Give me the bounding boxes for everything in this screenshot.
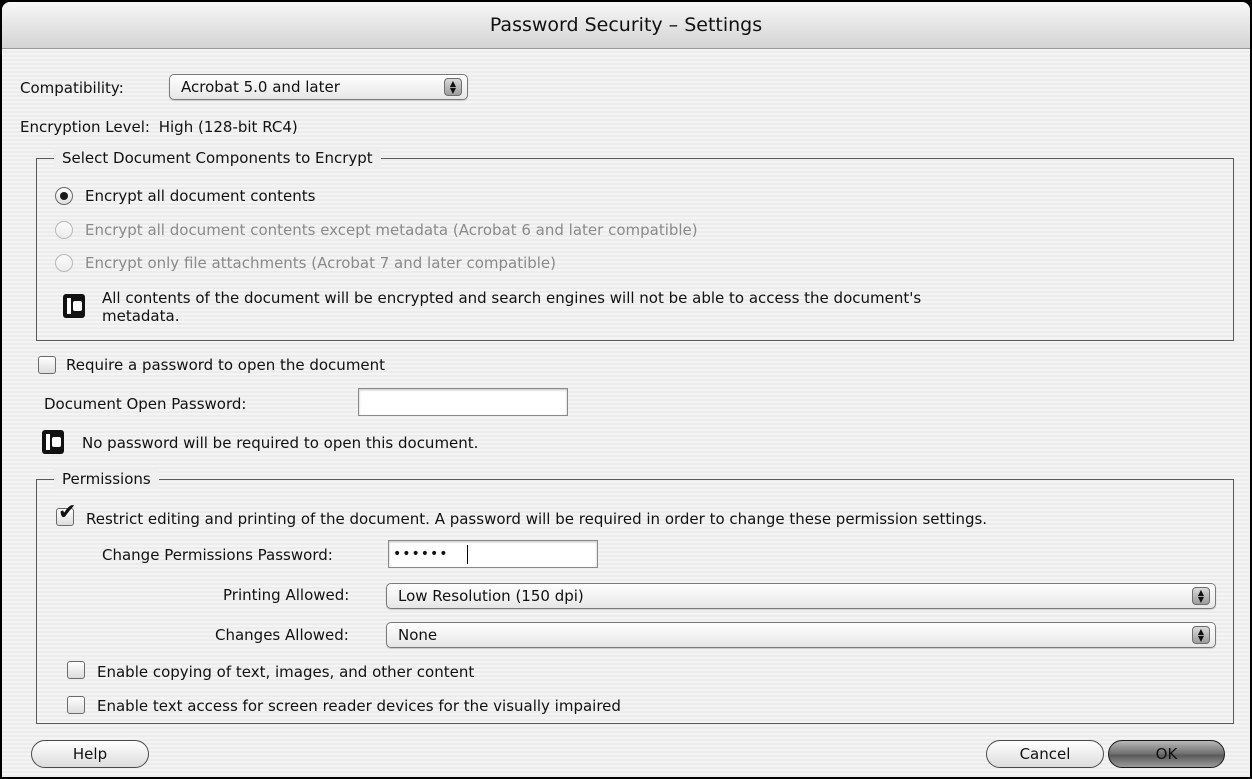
info-note-icon <box>42 430 64 454</box>
components-info-line2: metadata. <box>102 307 180 325</box>
compatibility-value: Acrobat 5.0 and later <box>181 78 340 96</box>
cancel-button[interactable]: Cancel <box>986 740 1104 768</box>
enable-copying-label[interactable]: Enable copying of text, images, and othe… <box>97 662 474 682</box>
radio-encrypt-attachments-only-label: Encrypt only file attachments (Acrobat 7… <box>85 254 557 272</box>
radio-encrypt-except-metadata-label: Encrypt all document contents except met… <box>85 221 698 239</box>
compatibility-popup[interactable]: Acrobat 5.0 and later ▲ ▼ <box>169 74 468 100</box>
radio-selected-dot <box>60 192 68 200</box>
document-open-password-field[interactable] <box>358 388 568 416</box>
title-bar[interactable]: Password Security – Settings <box>2 2 1250 49</box>
enable-copying-checkbox[interactable] <box>67 661 85 679</box>
change-permissions-password-label: Change Permissions Password: <box>102 546 333 564</box>
encryption-level-label: Encryption Level: High (128-bit RC4) <box>20 117 298 137</box>
up-down-arrows-icon: ▲ ▼ <box>1192 626 1210 644</box>
permissions-group-label: Permissions <box>54 469 159 489</box>
up-down-arrows-icon: ▲ ▼ <box>1192 587 1210 605</box>
info-note-icon <box>63 294 85 318</box>
enable-screen-reader-label[interactable]: Enable text access for screen reader dev… <box>97 696 621 716</box>
printing-allowed-label: Printing Allowed: <box>223 586 350 604</box>
radio-encrypt-all-label[interactable]: Encrypt all document contents <box>85 186 315 206</box>
encryption-level-label-text: Encryption Level: <box>20 118 150 136</box>
ok-button[interactable]: OK <box>1108 740 1225 768</box>
compatibility-label: Compatibility: <box>20 79 124 97</box>
change-permissions-password-value: •••••• <box>393 546 449 562</box>
components-info-line1: All contents of the document will be enc… <box>102 289 922 307</box>
require-open-password-label[interactable]: Require a password to open the document <box>66 355 385 375</box>
printing-allowed-value: Low Resolution (150 dpi) <box>398 587 584 605</box>
window-title: Password Security – Settings <box>489 14 763 36</box>
encrypt-components-group-label: Select Document Components to Encrypt <box>54 148 381 168</box>
printing-allowed-popup[interactable]: Low Resolution (150 dpi) ▲ ▼ <box>386 583 1216 609</box>
checkmark-icon: ✔ <box>58 500 77 525</box>
changes-allowed-popup[interactable]: None ▲ ▼ <box>386 622 1216 648</box>
radio-encrypt-all[interactable] <box>55 187 73 205</box>
open-password-info: No password will be required to open thi… <box>82 434 479 452</box>
changes-allowed-label: Changes Allowed: <box>215 626 349 644</box>
restrict-editing-label[interactable]: Restrict editing and printing of the doc… <box>86 509 987 529</box>
help-button[interactable]: Help <box>31 740 149 768</box>
text-caret <box>467 545 468 564</box>
restrict-editing-checkbox[interactable]: ✔ <box>56 500 76 526</box>
radio-encrypt-except-metadata <box>55 221 73 239</box>
document-open-password-label: Document Open Password: <box>44 395 247 413</box>
change-permissions-password-field[interactable]: •••••• <box>388 540 598 568</box>
radio-encrypt-attachments-only <box>55 254 73 272</box>
dialog-window: Password Security – Settings Compatibili… <box>0 0 1252 779</box>
enable-screen-reader-checkbox[interactable] <box>67 696 85 714</box>
require-open-password-checkbox[interactable] <box>38 356 56 374</box>
encryption-level-value: High (128-bit RC4) <box>158 118 298 136</box>
changes-allowed-value: None <box>398 626 438 644</box>
up-down-arrows-icon: ▲ ▼ <box>444 78 462 96</box>
